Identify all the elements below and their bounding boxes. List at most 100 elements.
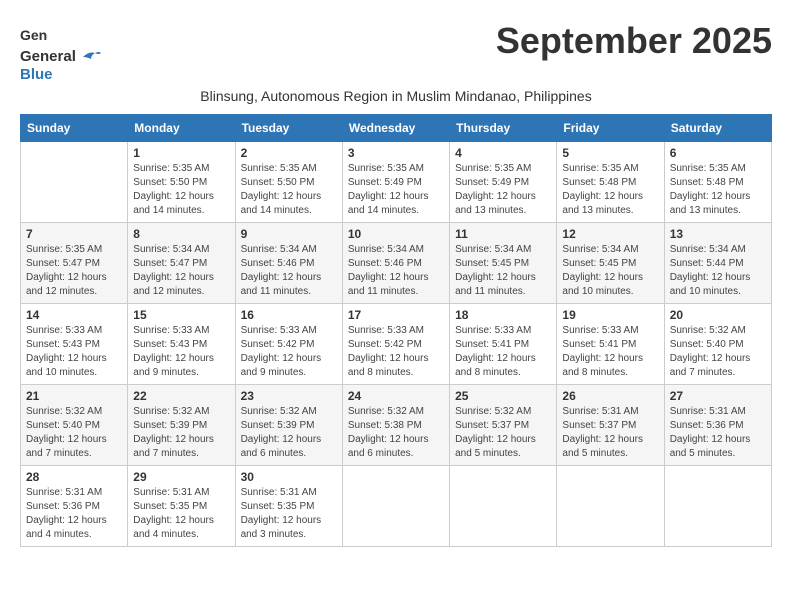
logo-text: General Blue [20, 48, 101, 84]
calendar-cell: 12 Sunrise: 5:34 AMSunset: 5:45 PMDayligh… [557, 223, 664, 304]
day-info: Sunrise: 5:33 AMSunset: 5:42 PMDaylight:… [241, 324, 337, 380]
day-number: 17 [348, 308, 444, 322]
logo: General [20, 20, 48, 48]
day-number: 9 [241, 227, 337, 241]
day-number: 2 [241, 146, 337, 160]
day-info: Sunrise: 5:32 AMSunset: 5:38 PMDaylight:… [348, 405, 444, 461]
day-info: Sunrise: 5:35 AMSunset: 5:48 PMDaylight:… [670, 162, 766, 218]
day-info: Sunrise: 5:31 AMSunset: 5:36 PMDaylight:… [26, 486, 122, 542]
header-day-saturday: Saturday [664, 115, 771, 142]
calendar-cell: 4 Sunrise: 5:35 AMSunset: 5:49 PMDaylight… [450, 142, 557, 223]
calendar-cell: 23 Sunrise: 5:32 AMSunset: 5:39 PMDayligh… [235, 385, 342, 466]
month-title: September 2025 [101, 20, 772, 62]
calendar-cell: 18Sunrise: 5:33 AMSunset: 5:41 PMDayligh… [450, 304, 557, 385]
calendar-cell: 27 Sunrise: 5:31 AMSunset: 5:36 PMDayligh… [664, 385, 771, 466]
day-info: Sunrise: 5:31 AMSunset: 5:37 PMDaylight:… [562, 405, 658, 461]
calendar-cell: 10 Sunrise: 5:34 AMSunset: 5:46 PMDayligh… [342, 223, 449, 304]
day-number: 28 [26, 470, 122, 484]
calendar-cell: 11 Sunrise: 5:34 AMSunset: 5:45 PMDayligh… [450, 223, 557, 304]
day-info: Sunrise: 5:31 AMSunset: 5:36 PMDaylight:… [670, 405, 766, 461]
day-info: Sunrise: 5:33 AMSunset: 5:41 PMDaylight:… [562, 324, 658, 380]
logo-bird-icon [81, 49, 101, 65]
day-info: Sunrise: 5:34 AMSunset: 5:45 PMDaylight:… [455, 243, 551, 299]
calendar-cell: 2 Sunrise: 5:35 AMSunset: 5:50 PMDaylight… [235, 142, 342, 223]
day-number: 11 [455, 227, 551, 241]
calendar-body: 1Sunrise: 5:35 AMSunset: 5:50 PMDaylight… [21, 142, 772, 547]
calendar-cell: 13 Sunrise: 5:34 AMSunset: 5:44 PMDayligh… [664, 223, 771, 304]
day-number: 4 [455, 146, 551, 160]
header-day-thursday: Thursday [450, 115, 557, 142]
day-info: Sunrise: 5:35 AMSunset: 5:48 PMDaylight:… [562, 162, 658, 218]
calendar-cell: 30 Sunrise: 5:31 AMSunset: 5:35 PMDayligh… [235, 466, 342, 547]
day-number: 10 [348, 227, 444, 241]
day-number: 19 [562, 308, 658, 322]
calendar-cell: 5 Sunrise: 5:35 AMSunset: 5:48 PMDaylight… [557, 142, 664, 223]
calendar-cell: 25 Sunrise: 5:32 AMSunset: 5:37 PMDayligh… [450, 385, 557, 466]
day-number: 27 [670, 389, 766, 403]
day-number: 26 [562, 389, 658, 403]
day-number: 13 [670, 227, 766, 241]
day-info: Sunrise: 5:32 AMSunset: 5:40 PMDaylight:… [670, 324, 766, 380]
calendar-cell: 7Sunrise: 5:35 AMSunset: 5:47 PMDaylight… [21, 223, 128, 304]
day-info: Sunrise: 5:34 AMSunset: 5:45 PMDaylight:… [562, 243, 658, 299]
calendar-cell: 20 Sunrise: 5:32 AMSunset: 5:40 PMDayligh… [664, 304, 771, 385]
day-info: Sunrise: 5:34 AMSunset: 5:46 PMDaylight:… [241, 243, 337, 299]
day-info: Sunrise: 5:32 AMSunset: 5:39 PMDaylight:… [133, 405, 229, 461]
day-number: 12 [562, 227, 658, 241]
calendar-cell: 28 Sunrise: 5:31 AMSunset: 5:36 PMDayligh… [21, 466, 128, 547]
week-row-5: 28 Sunrise: 5:31 AMSunset: 5:36 PMDayligh… [21, 466, 772, 547]
day-info: Sunrise: 5:35 AMSunset: 5:50 PMDaylight:… [241, 162, 337, 218]
day-number: 7 [26, 227, 122, 241]
calendar-cell: 17 Sunrise: 5:33 AMSunset: 5:42 PMDayligh… [342, 304, 449, 385]
day-number: 6 [670, 146, 766, 160]
calendar-cell: 8 Sunrise: 5:34 AMSunset: 5:47 PMDaylight… [128, 223, 235, 304]
header-day-wednesday: Wednesday [342, 115, 449, 142]
day-number: 18 [455, 308, 551, 322]
day-number: 25 [455, 389, 551, 403]
day-info: Sunrise: 5:33 AMSunset: 5:43 PMDaylight:… [26, 324, 122, 380]
week-row-4: 21Sunrise: 5:32 AMSunset: 5:40 PMDayligh… [21, 385, 772, 466]
day-info: Sunrise: 5:32 AMSunset: 5:37 PMDaylight:… [455, 405, 551, 461]
day-info: Sunrise: 5:35 AMSunset: 5:49 PMDaylight:… [455, 162, 551, 218]
day-info: Sunrise: 5:34 AMSunset: 5:47 PMDaylight:… [133, 243, 229, 299]
calendar-cell: 16Sunrise: 5:33 AMSunset: 5:42 PMDayligh… [235, 304, 342, 385]
day-number: 20 [670, 308, 766, 322]
day-number: 30 [241, 470, 337, 484]
week-row-3: 14Sunrise: 5:33 AMSunset: 5:43 PMDayligh… [21, 304, 772, 385]
header-row: SundayMondayTuesdayWednesdayThursdayFrid… [21, 115, 772, 142]
day-number: 8 [133, 227, 229, 241]
logo-general: General [20, 48, 76, 65]
calendar-cell: 9 Sunrise: 5:34 AMSunset: 5:46 PMDaylight… [235, 223, 342, 304]
day-number: 29 [133, 470, 229, 484]
calendar-header: SundayMondayTuesdayWednesdayThursdayFrid… [21, 115, 772, 142]
logo-area: General General Blue [20, 20, 101, 84]
header-day-monday: Monday [128, 115, 235, 142]
calendar-cell: 14Sunrise: 5:33 AMSunset: 5:43 PMDayligh… [21, 304, 128, 385]
day-info: Sunrise: 5:34 AMSunset: 5:46 PMDaylight:… [348, 243, 444, 299]
day-number: 3 [348, 146, 444, 160]
day-number: 5 [562, 146, 658, 160]
week-row-2: 7Sunrise: 5:35 AMSunset: 5:47 PMDaylight… [21, 223, 772, 304]
day-info: Sunrise: 5:32 AMSunset: 5:40 PMDaylight:… [26, 405, 122, 461]
calendar-table: SundayMondayTuesdayWednesdayThursdayFrid… [20, 114, 772, 547]
calendar-cell [21, 142, 128, 223]
header-day-sunday: Sunday [21, 115, 128, 142]
day-number: 23 [241, 389, 337, 403]
day-info: Sunrise: 5:31 AMSunset: 5:35 PMDaylight:… [241, 486, 337, 542]
week-row-1: 1Sunrise: 5:35 AMSunset: 5:50 PMDaylight… [21, 142, 772, 223]
day-info: Sunrise: 5:35 AMSunset: 5:49 PMDaylight:… [348, 162, 444, 218]
calendar-cell: 15 Sunrise: 5:33 AMSunset: 5:43 PMDayligh… [128, 304, 235, 385]
calendar-cell: 6 Sunrise: 5:35 AMSunset: 5:48 PMDaylight… [664, 142, 771, 223]
header-day-friday: Friday [557, 115, 664, 142]
day-info: Sunrise: 5:33 AMSunset: 5:43 PMDaylight:… [133, 324, 229, 380]
day-info: Sunrise: 5:32 AMSunset: 5:39 PMDaylight:… [241, 405, 337, 461]
calendar-cell: 19 Sunrise: 5:33 AMSunset: 5:41 PMDayligh… [557, 304, 664, 385]
calendar-cell: 3 Sunrise: 5:35 AMSunset: 5:49 PMDaylight… [342, 142, 449, 223]
day-number: 24 [348, 389, 444, 403]
day-info: Sunrise: 5:33 AMSunset: 5:42 PMDaylight:… [348, 324, 444, 380]
day-number: 22 [133, 389, 229, 403]
calendar-cell: 29Sunrise: 5:31 AMSunset: 5:35 PMDayligh… [128, 466, 235, 547]
day-number: 15 [133, 308, 229, 322]
day-info: Sunrise: 5:34 AMSunset: 5:44 PMDaylight:… [670, 243, 766, 299]
calendar-cell: 24 Sunrise: 5:32 AMSunset: 5:38 PMDayligh… [342, 385, 449, 466]
